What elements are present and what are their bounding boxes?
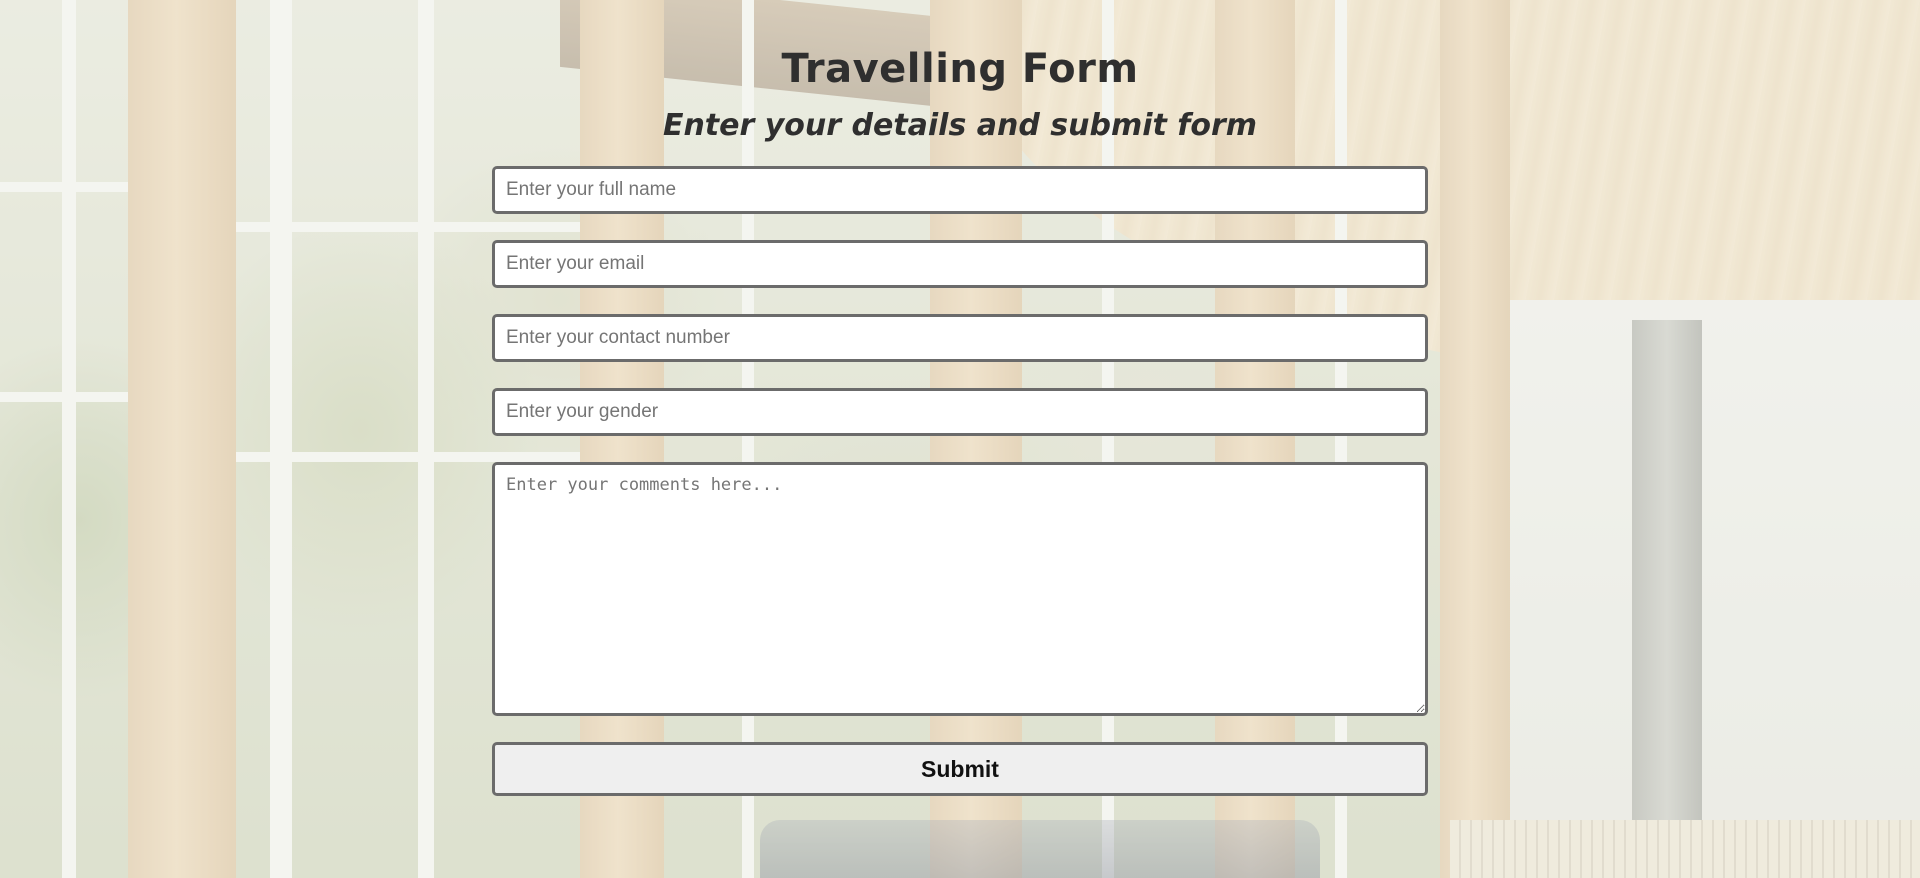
contact-number-input[interactable]: [492, 314, 1428, 362]
email-input[interactable]: [492, 240, 1428, 288]
page: Travelling Form Enter your details and s…: [0, 0, 1920, 878]
form-title: Travelling Form: [781, 46, 1139, 92]
form-subtitle: Enter your details and submit form: [662, 108, 1258, 143]
full-name-input[interactable]: [492, 166, 1428, 214]
gender-input[interactable]: [492, 388, 1428, 436]
comments-textarea[interactable]: [492, 462, 1428, 716]
travelling-form: Travelling Form Enter your details and s…: [492, 0, 1428, 796]
submit-button[interactable]: Submit: [492, 742, 1428, 796]
